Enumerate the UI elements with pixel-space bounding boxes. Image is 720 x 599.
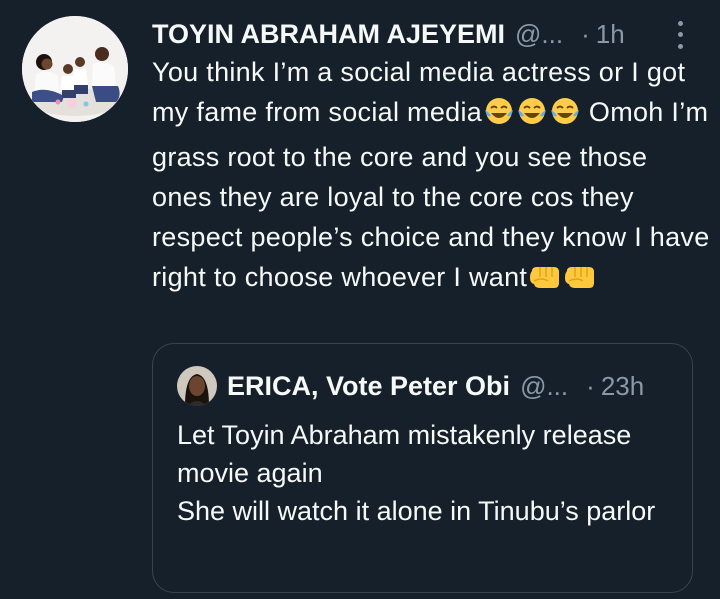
more-options-icon[interactable] bbox=[670, 18, 690, 52]
separator-dot: · bbox=[581, 18, 590, 49]
author-name[interactable]: TOYIN ABRAHAM AJEYEMI bbox=[152, 19, 505, 50]
tweet-timestamp[interactable]: 1h bbox=[596, 19, 625, 50]
face-with-tears-of-joy-icon bbox=[483, 96, 515, 137]
profile-photo-image bbox=[177, 366, 217, 406]
quote-author-avatar[interactable] bbox=[177, 366, 217, 406]
separator-dot: · bbox=[586, 370, 595, 401]
author-handle[interactable]: @... bbox=[515, 19, 563, 50]
tweet-header: TOYIN ABRAHAM AJEYEMI @... · 1h bbox=[152, 14, 690, 54]
quote-text: Let Toyin Abraham mistakenly release mov… bbox=[177, 420, 656, 526]
left-facing-fist-icon bbox=[528, 262, 562, 302]
face-with-tears-of-joy-icon bbox=[516, 96, 548, 137]
quote-author-name[interactable]: ERICA, Vote Peter Obi bbox=[227, 371, 510, 402]
quote-header: ERICA, Vote Peter Obi @... · 23h bbox=[227, 366, 644, 406]
quote-timestamp[interactable]: 23h bbox=[601, 371, 644, 402]
family-photo-image bbox=[22, 16, 128, 122]
author-avatar[interactable] bbox=[22, 16, 128, 122]
face-with-tears-of-joy-icon bbox=[549, 96, 581, 137]
quoted-tweet[interactable]: ERICA, Vote Peter Obi @... · 23h Let Toy… bbox=[152, 343, 693, 593]
left-facing-fist-icon bbox=[563, 262, 597, 302]
tweet-text: You think I’m a social media actress or … bbox=[152, 52, 712, 302]
quote-author-handle[interactable]: @... bbox=[520, 371, 568, 402]
